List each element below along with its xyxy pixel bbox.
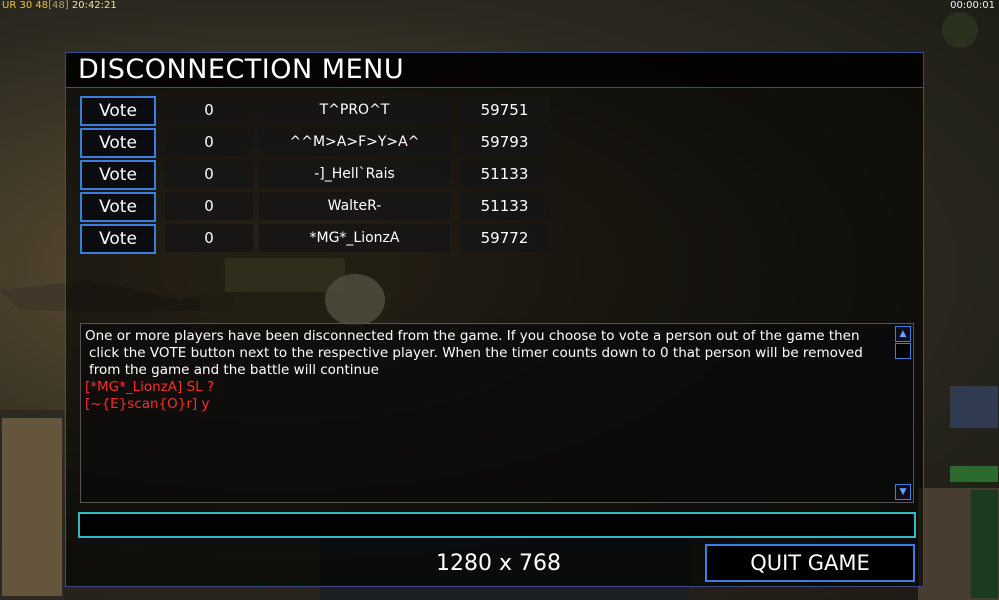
player-score: 59772 [460, 224, 549, 252]
player-chat-message: [~{E}scan{O}r] y [85, 396, 210, 412]
resolution-watermark: 1280 x 768 [436, 551, 561, 576]
menu-title: DISCONNECTION MENU [78, 54, 405, 85]
player-row: Vote 0 -]_Hell`Rais 51133 [80, 160, 550, 190]
scroll-up-arrow-icon[interactable]: ▲ [895, 326, 911, 342]
chat-input[interactable] [78, 512, 916, 538]
system-message-line: One or more players have been disconnect… [85, 328, 860, 344]
player-score: 51133 [460, 192, 549, 220]
vote-count: 0 [165, 192, 253, 220]
vote-button[interactable]: Vote [80, 192, 156, 222]
player-name: T^PRO^T [259, 96, 450, 124]
hud-clock: 20:42:21 [71, 0, 117, 11]
player-row: Vote 0 WalteR- 51133 [80, 192, 550, 222]
player-name: -]_Hell`Rais [259, 160, 450, 188]
hud-stat-1: 30 [19, 0, 33, 11]
player-score: 51133 [460, 160, 549, 188]
vote-count: 0 [165, 224, 253, 252]
vote-button[interactable]: Vote [80, 128, 156, 158]
player-row: Vote 0 ^^M>A>F>Y>A^ 59793 [80, 128, 550, 158]
title-bar: DISCONNECTION MENU [66, 53, 923, 88]
quit-game-button[interactable]: QUIT GAME [705, 544, 915, 582]
vote-button[interactable]: Vote [80, 224, 156, 254]
hud-stat-2: 48 [35, 0, 49, 11]
system-message-line: from the game and the battle will contin… [89, 362, 379, 378]
vote-button[interactable]: Vote [80, 160, 156, 190]
player-name: ^^M>A>F>Y>A^ [259, 128, 450, 156]
vote-count: 0 [165, 128, 253, 156]
vote-count: 0 [165, 96, 253, 124]
player-row: Vote 0 T^PRO^T 59751 [80, 96, 550, 126]
hud-ur-label: UR [2, 0, 17, 11]
player-row: Vote 0 *MG*_LionzA 59772 [80, 224, 550, 254]
scroll-thumb[interactable] [895, 343, 911, 359]
disconnection-menu-panel: DISCONNECTION MENU Vote 0 T^PRO^T 59751 … [65, 52, 924, 587]
chat-scrollbar[interactable]: ▲ ▼ [895, 326, 911, 500]
hud-stat-2-bracket: [48] [48, 0, 69, 11]
player-name: *MG*_LionzA [259, 224, 450, 252]
chat-log[interactable]: One or more players have been disconnect… [80, 323, 914, 503]
top-hud: UR 30 48[48] 20:42:21 00:00:01 [0, 0, 999, 14]
hud-game-timer: 00:00:01 [950, 0, 995, 11]
vote-button[interactable]: Vote [80, 96, 156, 126]
vote-count: 0 [165, 160, 253, 188]
player-chat-message: [*MG*_LionzA] SL ? [85, 379, 215, 395]
player-score: 59793 [460, 128, 549, 156]
player-score: 59751 [460, 96, 549, 124]
player-name: WalteR- [259, 192, 450, 220]
hud-stats: UR 30 48[48] 20:42:21 [2, 0, 117, 11]
scroll-down-arrow-icon[interactable]: ▼ [895, 484, 911, 500]
chat-messages: One or more players have been disconnect… [85, 328, 890, 413]
system-message-line: click the VOTE button next to the respec… [89, 345, 863, 361]
